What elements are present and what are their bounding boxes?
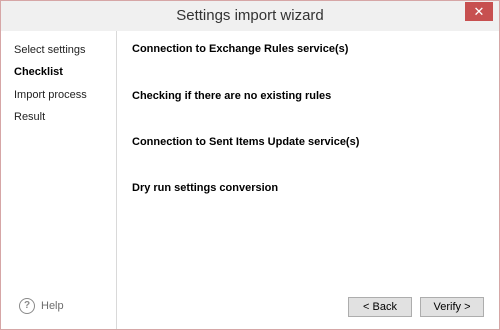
- help-link[interactable]: ? Help: [19, 298, 64, 314]
- window-title: Settings import wizard: [176, 7, 324, 24]
- wizard-window: Settings import wizard ✕ Select settings…: [0, 0, 500, 330]
- question-circle-icon: ?: [19, 298, 35, 314]
- back-button[interactable]: < Back: [348, 297, 412, 317]
- checklist-item: Connection to Exchange Rules service(s): [132, 43, 349, 55]
- checklist-item: Checking if there are no existing rules: [132, 90, 332, 102]
- sidebar: Select settings Checklist Import process…: [1, 31, 117, 329]
- title-bar: Settings import wizard ✕: [1, 1, 499, 31]
- checklist-item: Connection to Sent Items Update service(…: [132, 136, 360, 148]
- close-icon: ✕: [473, 4, 485, 19]
- sidebar-item-result[interactable]: Result: [14, 111, 45, 123]
- checklist-item: Dry run settings conversion: [132, 182, 279, 194]
- checklist-panel: Connection to Exchange Rules service(s) …: [117, 31, 499, 329]
- sidebar-item-checklist[interactable]: Checklist: [14, 66, 63, 78]
- verify-button[interactable]: Verify >: [420, 297, 484, 317]
- close-button[interactable]: ✕: [465, 2, 493, 21]
- sidebar-item-select-settings[interactable]: Select settings: [14, 44, 86, 56]
- sidebar-item-import-process[interactable]: Import process: [14, 89, 87, 101]
- help-label: Help: [41, 300, 64, 312]
